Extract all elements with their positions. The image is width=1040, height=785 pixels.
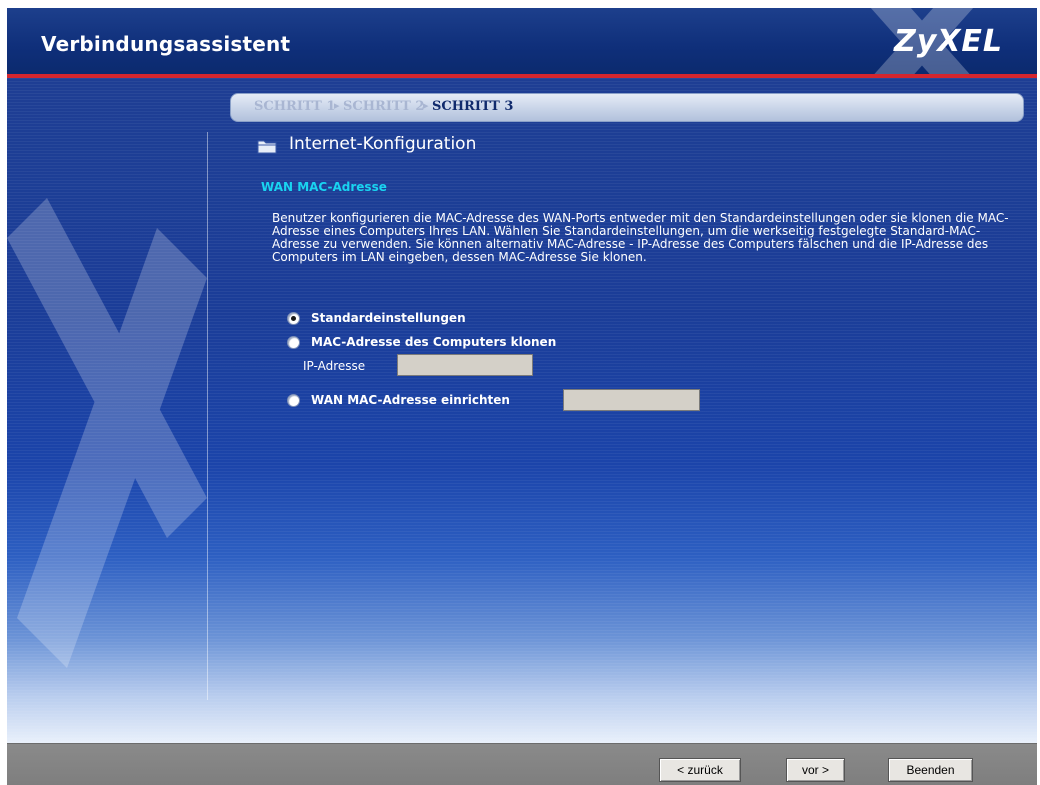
app-title: Verbindungsassistent (41, 32, 291, 56)
next-button[interactable]: vor > (786, 758, 845, 782)
brand-logo: ZyXEL (893, 24, 1003, 59)
radio-default-settings[interactable] (287, 312, 300, 325)
section-title: Internet-Konfiguration (289, 134, 477, 154)
step-2: SCHRITT 2 (343, 99, 425, 114)
content-area (7, 78, 1037, 743)
wan-mac-heading: WAN MAC-Adresse (261, 180, 387, 194)
step-arrow-icon: ▸ (423, 99, 429, 112)
back-button[interactable]: < zurück (659, 758, 741, 782)
step-arrow-icon: ▸ (334, 99, 340, 112)
footer-bar (7, 743, 1037, 785)
step-indicator: SCHRITT 1 ▸ SCHRITT 2 ▸ SCHRITT 3 (230, 93, 1024, 122)
step-1: SCHRITT 1 (254, 99, 336, 114)
radio-set-wan-mac[interactable] (287, 394, 300, 407)
header-bar: Verbindungsassistent ZyXEL (7, 8, 1037, 74)
radio-clone-mac[interactable] (287, 336, 300, 349)
wizard-window: Verbindungsassistent ZyXEL SCHRITT 1 ▸ S… (7, 8, 1037, 785)
option-set-wan-mac-label[interactable]: WAN MAC-Adresse einrichten (311, 393, 510, 407)
finish-button[interactable]: Beenden (888, 758, 973, 782)
wan-mac-description: Benutzer konfigurieren die MAC-Adresse d… (272, 211, 1009, 264)
ip-address-input[interactable] (397, 354, 533, 376)
option-default-settings-label[interactable]: Standardeinstellungen (311, 311, 466, 325)
option-clone-mac-label[interactable]: MAC-Adresse des Computers klonen (311, 335, 556, 349)
folder-icon (257, 140, 277, 154)
step-3: SCHRITT 3 (432, 99, 514, 114)
vertical-divider (207, 132, 208, 700)
ip-address-label: IP-Adresse (303, 359, 366, 373)
side-x-watermark (7, 198, 207, 668)
wan-mac-input[interactable] (563, 389, 700, 411)
radio-selected-dot (291, 316, 296, 321)
